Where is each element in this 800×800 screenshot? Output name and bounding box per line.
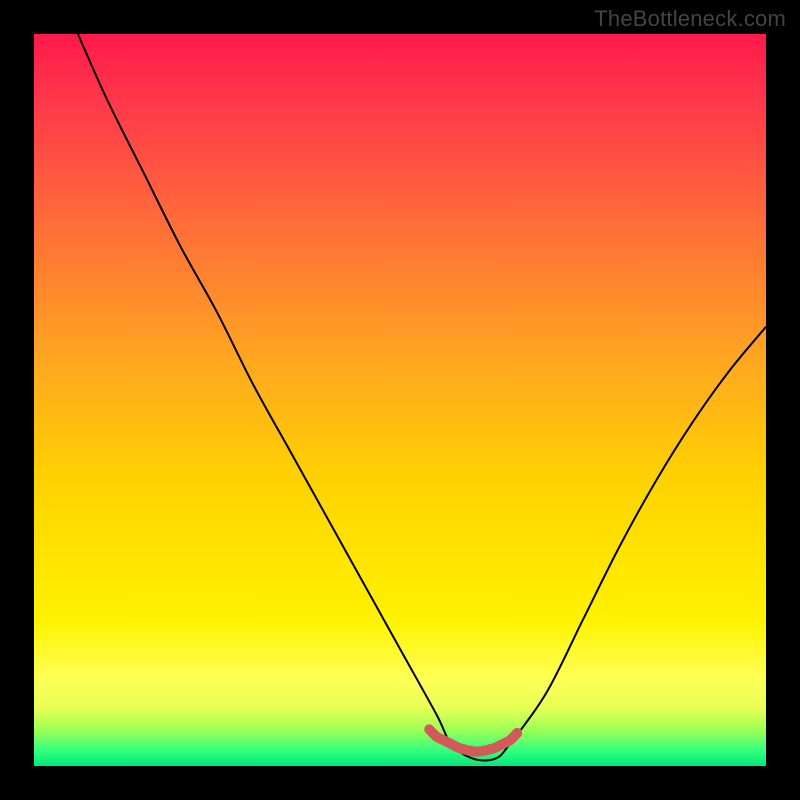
bottleneck-curve: [78, 34, 766, 761]
chart-plot-area: [34, 34, 766, 766]
attribution-text: TheBottleneck.com: [594, 6, 786, 32]
tolerance-right-dot: [512, 728, 522, 738]
chart-svg: [34, 34, 766, 766]
tolerance-band: [429, 729, 517, 751]
tolerance-left-dot: [424, 724, 434, 734]
